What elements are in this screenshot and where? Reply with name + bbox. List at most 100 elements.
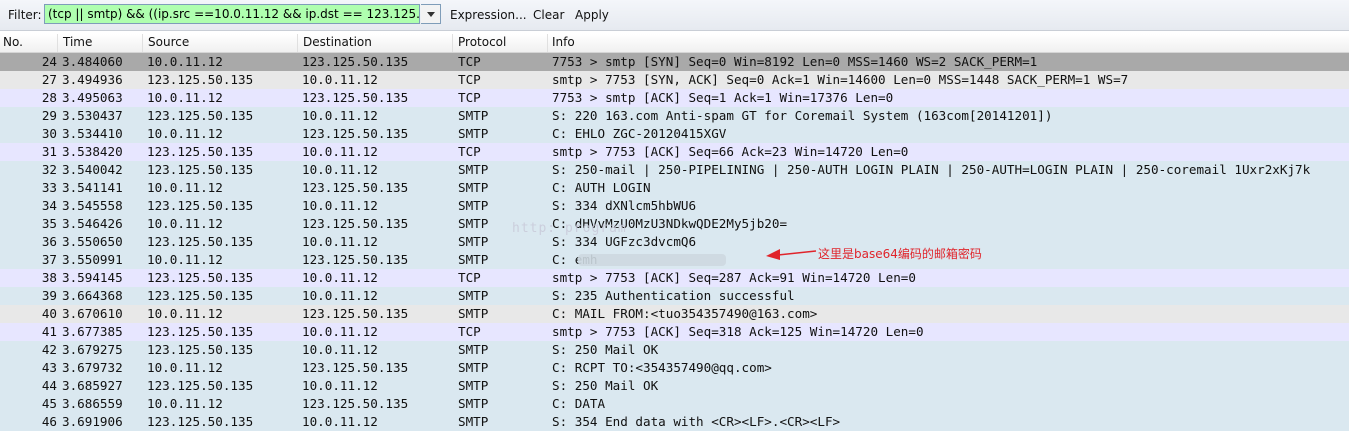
packet-protocol: TCP [458, 72, 481, 87]
packet-destination: 10.0.11.12 [302, 288, 378, 303]
packet-destination: 123.125.50.135 [302, 360, 409, 375]
packet-info: C: RCPT TO:<354357490@qq.com> [552, 360, 772, 375]
packet-protocol: TCP [458, 324, 481, 339]
packet-protocol: TCP [458, 54, 481, 69]
apply-button[interactable]: Apply [575, 8, 609, 22]
packet-info: smtp > 7753 [ACK] Seq=287 Ack=91 Win=147… [552, 270, 916, 285]
packet-row[interactable]: 41 3.677385 123.125.50.135 10.0.11.12 TCP smt… [0, 323, 1349, 341]
packet-row[interactable]: 33 3.541141 10.0.11.12 123.125.50.135 SMTP C:… [0, 179, 1349, 197]
column-header-destination[interactable]: Destination [303, 35, 372, 49]
packet-number: 31 [41, 144, 57, 159]
packet-time: 3.664368 [62, 288, 123, 303]
packet-time: 3.545558 [62, 198, 123, 213]
column-header-protocol[interactable]: Protocol [458, 35, 506, 49]
packet-source: 10.0.11.12 [147, 396, 223, 411]
packet-protocol: SMTP [458, 108, 489, 123]
column-divider[interactable] [452, 34, 453, 52]
packet-destination: 10.0.11.12 [302, 270, 378, 285]
packet-row[interactable]: 34 3.545558 123.125.50.135 10.0.11.12 SMTP S:… [0, 197, 1349, 215]
packet-time: 3.484060 [62, 54, 123, 69]
packet-destination: 123.125.50.135 [302, 396, 409, 411]
packet-number: 36 [41, 234, 57, 249]
packet-source: 123.125.50.135 [147, 342, 254, 357]
column-header-source[interactable]: Source [148, 35, 189, 49]
packet-number: 40 [41, 306, 57, 321]
packet-row[interactable]: 32 3.540042 123.125.50.135 10.0.11.12 SMTP S:… [0, 161, 1349, 179]
packet-row[interactable]: 29 3.530437 123.125.50.135 10.0.11.12 SMTP S:… [0, 107, 1349, 125]
packet-destination: 10.0.11.12 [302, 108, 378, 123]
packet-source: 123.125.50.135 [147, 288, 254, 303]
annotation-text: 这里是base64编码的邮箱密码 [818, 247, 982, 261]
packet-source: 10.0.11.12 [147, 306, 223, 321]
packet-protocol: SMTP [458, 396, 489, 411]
packet-number: 32 [41, 162, 57, 177]
packet-source: 10.0.11.12 [147, 252, 223, 267]
packet-protocol: SMTP [458, 252, 489, 267]
packet-number: 27 [41, 72, 57, 87]
packet-time: 3.685927 [62, 378, 123, 393]
packet-row[interactable]: 39 3.664368 123.125.50.135 10.0.11.12 SMTP S:… [0, 287, 1349, 305]
packet-row[interactable]: 36 3.550650 123.125.50.135 10.0.11.12 SMTP S:… [0, 233, 1349, 251]
packet-info: S: 334 dXNlcm5hbWU6 [552, 198, 697, 213]
packet-time: 3.550650 [62, 234, 123, 249]
watermark: http: program [512, 221, 627, 236]
packet-time: 3.530437 [62, 108, 123, 123]
column-header-time[interactable]: Time [63, 35, 92, 49]
packet-destination: 10.0.11.12 [302, 414, 378, 429]
packet-row[interactable]: 42 3.679275 123.125.50.135 10.0.11.12 SMTP S:… [0, 341, 1349, 359]
packet-row[interactable]: 45 3.686559 10.0.11.12 123.125.50.135 SMTP C:… [0, 395, 1349, 413]
packet-row[interactable]: 40 3.670610 10.0.11.12 123.125.50.135 SMTP C:… [0, 305, 1349, 323]
packet-destination: 10.0.11.12 [302, 342, 378, 357]
column-divider[interactable] [547, 34, 548, 52]
packet-info: S: 235 Authentication successful [552, 288, 795, 303]
packet-number: 37 [41, 252, 57, 267]
packet-protocol: SMTP [458, 378, 489, 393]
packet-source: 10.0.11.12 [147, 180, 223, 195]
packet-time: 3.686559 [62, 396, 123, 411]
packet-row[interactable]: 30 3.534410 10.0.11.12 123.125.50.135 SMTP C:… [0, 125, 1349, 143]
packet-row[interactable]: 28 3.495063 10.0.11.12 123.125.50.135 TCP 775… [0, 89, 1349, 107]
column-divider[interactable] [297, 34, 298, 52]
packet-protocol: SMTP [458, 126, 489, 141]
packet-info: 7753 > smtp [SYN] Seq=0 Win=8192 Len=0 M… [552, 54, 1038, 69]
clear-button[interactable]: Clear [533, 8, 564, 22]
packet-row[interactable]: 46 3.691906 123.125.50.135 10.0.11.12 SMTP S:… [0, 413, 1349, 431]
packet-row[interactable]: 31 3.538420 123.125.50.135 10.0.11.12 TCP smt… [0, 143, 1349, 161]
packet-time: 3.691906 [62, 414, 123, 429]
packet-row[interactable]: 27 3.494936 123.125.50.135 10.0.11.12 TCP smt… [0, 71, 1349, 89]
packet-time: 3.550991 [62, 252, 123, 267]
packet-time: 3.679275 [62, 342, 123, 357]
packet-number: 39 [41, 288, 57, 303]
packet-destination: 123.125.50.135 [302, 54, 409, 69]
packet-source: 123.125.50.135 [147, 324, 254, 339]
filter-dropdown-button[interactable] [421, 4, 441, 24]
packet-time: 3.540042 [62, 162, 123, 177]
packet-destination: 123.125.50.135 [302, 126, 409, 141]
packet-protocol: SMTP [458, 342, 489, 357]
packet-time: 3.546426 [62, 216, 123, 231]
packet-row[interactable]: 24 3.484060 10.0.11.12 123.125.50.135 TCP 775… [0, 53, 1349, 71]
column-divider[interactable] [142, 34, 143, 52]
filter-input[interactable]: (tcp || smtp) && ((ip.src ==10.0.11.12 &… [44, 4, 420, 24]
column-header-no[interactable]: No. [3, 35, 23, 49]
packet-destination: 123.125.50.135 [302, 306, 409, 321]
column-header-info[interactable]: Info [552, 35, 575, 49]
packet-row[interactable]: 43 3.679732 10.0.11.12 123.125.50.135 SMTP C:… [0, 359, 1349, 377]
packet-destination: 123.125.50.135 [302, 216, 409, 231]
packet-row[interactable]: 35 3.546426 10.0.11.12 123.125.50.135 SMTP C:… [0, 215, 1349, 233]
packet-info: C: DATA [552, 396, 606, 411]
column-divider[interactable] [57, 34, 58, 52]
packet-number: 28 [41, 90, 57, 105]
packet-source: 123.125.50.135 [147, 144, 254, 159]
packet-number: 42 [41, 342, 57, 357]
packet-number: 34 [41, 198, 57, 213]
packet-info: S: 250 Mail OK [552, 342, 659, 357]
expression-button[interactable]: Expression... [450, 8, 527, 22]
packet-info: C: MAIL FROM:<tuo354357490@163.com> [552, 306, 818, 321]
packet-row[interactable]: 44 3.685927 123.125.50.135 10.0.11.12 SMTP S:… [0, 377, 1349, 395]
packet-source: 123.125.50.135 [147, 270, 254, 285]
packet-row[interactable]: 38 3.594145 123.125.50.135 10.0.11.12 TCP smt… [0, 269, 1349, 287]
packet-destination: 10.0.11.12 [302, 162, 378, 177]
packet-number: 44 [41, 378, 57, 393]
packet-number: 45 [41, 396, 57, 411]
